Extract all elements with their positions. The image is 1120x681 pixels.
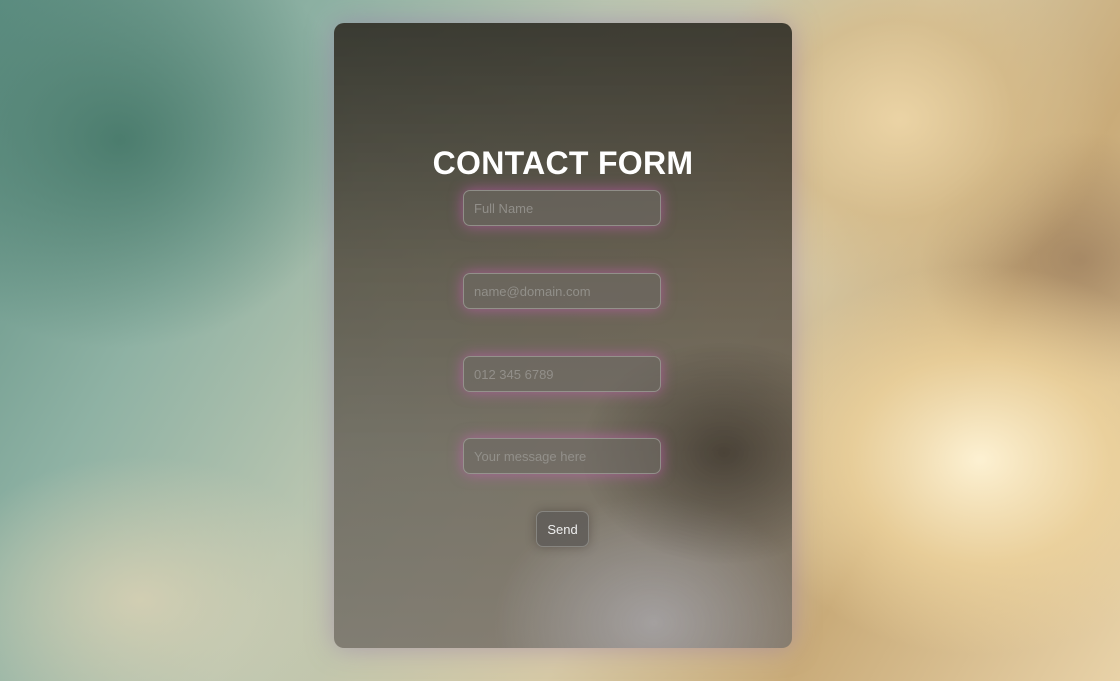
phone-input[interactable] xyxy=(463,356,661,392)
full-name-input[interactable] xyxy=(463,190,661,226)
contact-form-card: CONTACT FORM Send xyxy=(334,23,792,648)
message-input[interactable] xyxy=(463,438,661,474)
send-button[interactable]: Send xyxy=(536,511,589,547)
email-input[interactable] xyxy=(463,273,661,309)
page-background: { "form": { "title": "CONTACT FORM", "fi… xyxy=(0,0,1120,681)
form-title: CONTACT FORM xyxy=(432,145,694,181)
